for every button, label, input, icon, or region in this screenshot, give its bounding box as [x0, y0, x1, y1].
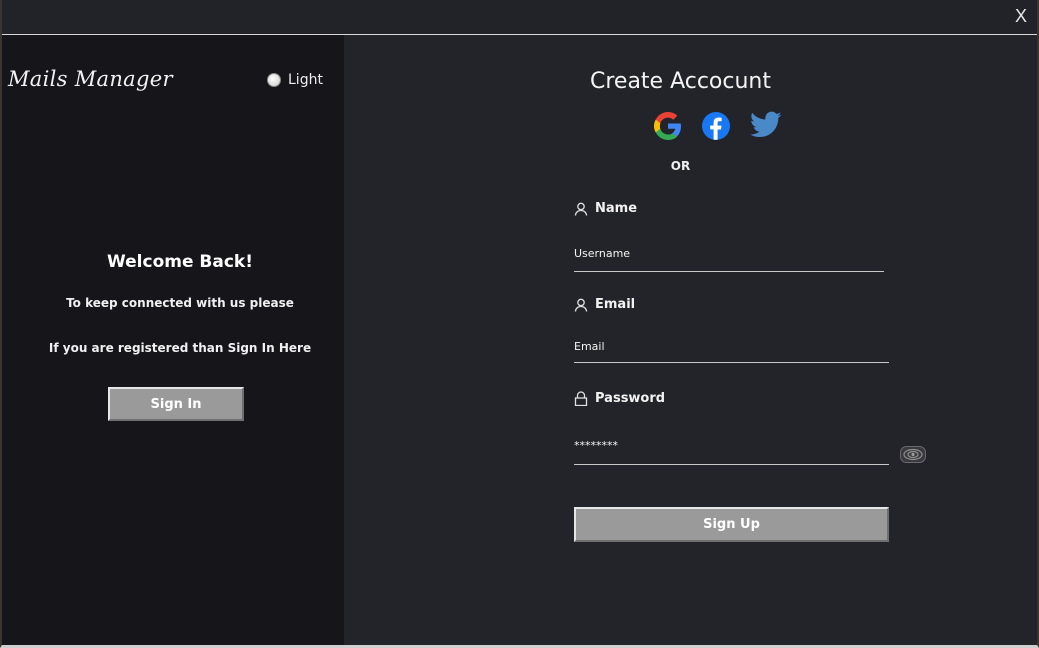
name-label-text: Name	[595, 201, 638, 216]
password-input[interactable]	[574, 426, 889, 465]
name-label: Name	[574, 201, 637, 216]
close-button[interactable]: X	[1015, 6, 1027, 27]
name-input[interactable]	[574, 236, 884, 272]
create-account-panel: Create Accocunt OR Name Username Email E…	[344, 35, 1037, 645]
or-separator: OR	[670, 159, 691, 173]
google-icon[interactable]	[652, 110, 684, 142]
light-theme-radio[interactable]: Light	[267, 72, 323, 88]
light-theme-label: Light	[288, 72, 323, 88]
sign-up-button[interactable]: Sign Up	[574, 507, 889, 542]
email-label: Email	[574, 297, 635, 312]
welcome-text-line1: To keep connected with us please	[66, 296, 294, 310]
app-window: X Mails Manager Light Welcome Back! To k…	[0, 0, 1039, 648]
show-password-eye-icon[interactable]	[900, 446, 926, 463]
sign-in-button[interactable]: Sign In	[108, 387, 244, 421]
password-label-text: Password	[595, 391, 666, 406]
welcome-panel: Mails Manager Light Welcome Back! To kee…	[2, 35, 344, 645]
title-bar: X	[2, 0, 1037, 35]
user-icon	[574, 202, 588, 216]
twitter-icon[interactable]	[750, 111, 782, 143]
email-label-text: Email	[595, 297, 636, 312]
welcome-text-line2: If you are registered than Sign In Here	[48, 341, 312, 355]
password-label: Password	[574, 391, 665, 406]
radio-button-icon[interactable]	[267, 73, 281, 87]
email-input[interactable]	[574, 330, 889, 363]
welcome-heading: Welcome Back!	[107, 252, 253, 272]
lock-icon	[574, 391, 588, 406]
facebook-icon[interactable]	[701, 111, 733, 143]
create-account-title: Create Accocunt	[589, 69, 772, 94]
app-title: Mails Manager	[8, 67, 173, 91]
user-icon	[574, 298, 588, 312]
